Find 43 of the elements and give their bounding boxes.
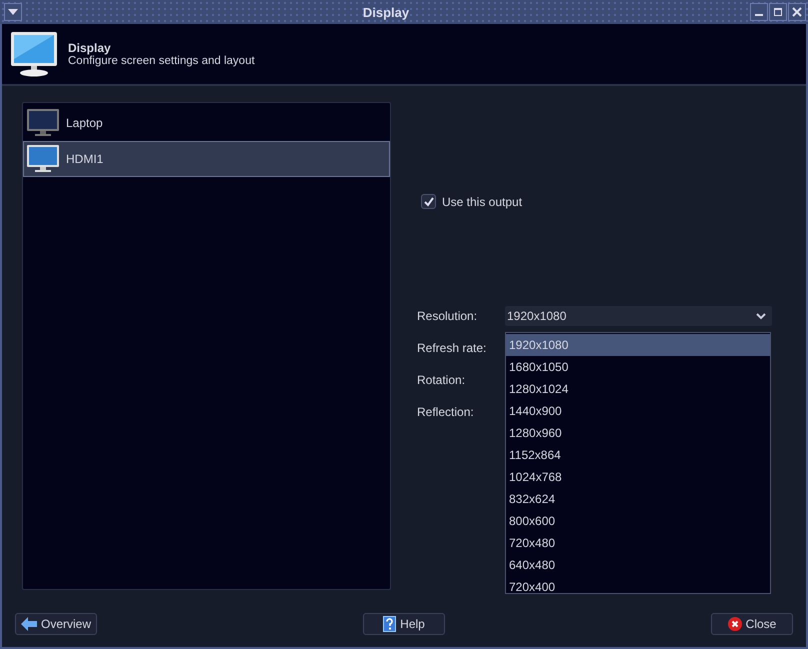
field-label: Reflection: [417, 405, 475, 419]
cancel-icon [728, 617, 742, 631]
header-subtitle: Configure screen settings and layout [68, 55, 255, 67]
dropdown-option[interactable]: 640x480 [506, 554, 770, 576]
field-label: Rotation: [417, 373, 466, 387]
dropdown-option[interactable]: 720x480 [506, 532, 770, 554]
monitor-icon [26, 108, 60, 138]
chevron-down-icon [756, 312, 766, 320]
dropdown-option[interactable]: 720x400 [506, 576, 770, 598]
maximize-button[interactable] [769, 3, 787, 21]
dropdown-option[interactable]: 1280x1024 [506, 378, 770, 400]
close-window-button[interactable] [788, 3, 806, 21]
resolution-dropdown[interactable]: 1920x1080 [505, 306, 772, 326]
caret-icon [8, 9, 18, 15]
window-menu-button[interactable] [4, 3, 22, 21]
minimize-button[interactable] [750, 3, 768, 21]
field-label: Resolution: [417, 309, 478, 323]
arrow-left-icon [20, 617, 37, 631]
monitor-icon [26, 144, 60, 174]
dropdown-option[interactable]: 1280x960 [506, 422, 770, 444]
dropdown-option[interactable]: 1680x1050 [506, 356, 770, 378]
help-button[interactable]: Help [363, 613, 445, 635]
header-title: Display [68, 41, 112, 55]
dropdown-option[interactable]: 1440x900 [506, 400, 770, 422]
field-label: Refresh rate: [417, 341, 488, 355]
minimize-icon [755, 14, 763, 16]
close-icon [792, 7, 802, 17]
close-button[interactable]: Close [711, 613, 793, 635]
dropdown-option[interactable]: 832x624 [506, 488, 770, 510]
dropdown-option[interactable]: 1024x768 [506, 466, 770, 488]
overview-button[interactable]: Overview [15, 613, 97, 635]
checkmark-icon [422, 196, 434, 208]
dropdown-option[interactable]: 1920x1080 [506, 334, 770, 356]
dropdown-option[interactable]: 800x600 [506, 510, 770, 532]
checkbox-label: Use this output [442, 194, 522, 208]
dropdown-option[interactable]: 1152x864 [506, 444, 770, 466]
use-output-checkbox[interactable]: Use this output [417, 194, 526, 209]
window-title: Display [362, 4, 410, 20]
output-item[interactable]: Laptop [23, 105, 390, 141]
monitor-icon [10, 31, 58, 77]
maximize-icon [773, 7, 783, 17]
help-icon [383, 616, 396, 632]
output-item[interactable]: HDMI1 [23, 141, 390, 177]
